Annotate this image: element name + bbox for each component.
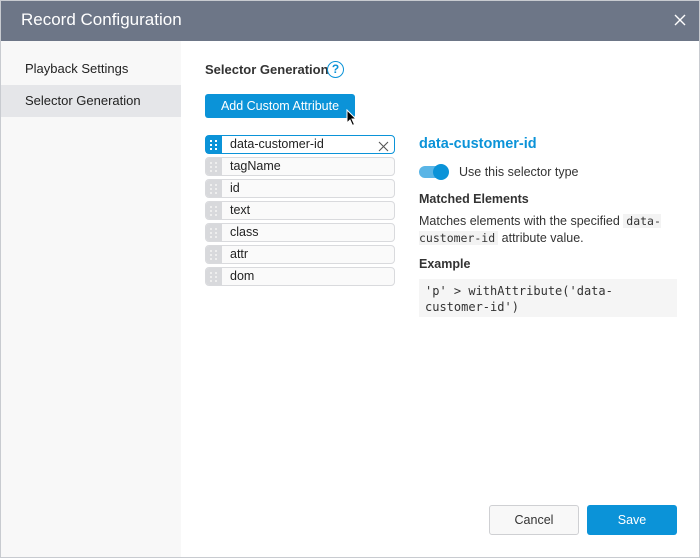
dialog-title: Record Configuration	[21, 10, 182, 29]
drag-handle-icon	[210, 272, 217, 282]
drag-handle-icon	[210, 206, 217, 216]
drag-handle[interactable]	[206, 224, 222, 241]
dialog-titlebar: Record Configuration	[1, 1, 699, 41]
selector-item-id[interactable]: id	[205, 179, 395, 198]
remove-attribute-button[interactable]	[378, 139, 389, 152]
matched-elements-description: Matches elements with the specified data…	[419, 213, 679, 247]
close-icon	[674, 14, 686, 26]
selector-item-label: data-customer-id	[230, 137, 324, 151]
selector-item-data-customer-id[interactable]: data-customer-id	[205, 135, 395, 154]
selector-item-attr[interactable]: attr	[205, 245, 395, 264]
drag-handle-icon	[210, 184, 217, 194]
close-button[interactable]	[671, 11, 689, 29]
selector-item-text[interactable]: text	[205, 201, 395, 220]
matched-text-before: Matches elements with the specified	[419, 214, 624, 228]
detail-title: data-customer-id	[419, 136, 537, 152]
selector-item-label: id	[230, 181, 240, 195]
selector-item-class[interactable]: class	[205, 223, 395, 242]
drag-handle-icon	[210, 140, 217, 150]
example-heading: Example	[419, 257, 471, 271]
sidebar-item-selector-generation[interactable]: Selector Generation	[1, 85, 181, 117]
toggle-label: Use this selector type	[459, 165, 579, 179]
sidebar-item-playback-settings[interactable]: Playback Settings	[1, 53, 181, 85]
selector-item-label: attr	[230, 247, 249, 261]
selector-item-label: class	[230, 225, 259, 239]
example-code-block: 'p' > withAttribute('data- customer-id')	[419, 279, 677, 317]
drag-handle-icon	[210, 250, 217, 260]
add-custom-attribute-button[interactable]: Add Custom Attribute	[205, 94, 355, 118]
matched-elements-heading: Matched Elements	[419, 192, 529, 206]
drag-handle[interactable]	[206, 246, 222, 263]
drag-handle-icon	[210, 228, 217, 238]
close-icon	[378, 141, 389, 152]
toggle-knob	[433, 164, 449, 180]
selector-item-dom[interactable]: dom	[205, 267, 395, 286]
record-configuration-dialog: Record Configuration Playback Settings S…	[0, 0, 700, 558]
selector-type-list: data-customer-id tagName id text class a…	[205, 135, 395, 289]
cancel-button[interactable]: Cancel	[489, 505, 579, 535]
selector-item-tagname[interactable]: tagName	[205, 157, 395, 176]
matched-text-after: attribute value.	[498, 231, 584, 245]
drag-handle[interactable]	[206, 268, 222, 285]
drag-handle[interactable]	[206, 180, 222, 197]
mouse-cursor-icon	[346, 109, 358, 127]
drag-handle[interactable]	[206, 202, 222, 219]
selector-item-label: tagName	[230, 159, 281, 173]
drag-handle-icon	[210, 162, 217, 172]
drag-handle[interactable]	[206, 136, 222, 153]
save-button[interactable]: Save	[587, 505, 677, 535]
sidebar: Playback Settings Selector Generation	[1, 41, 181, 557]
help-icon[interactable]: ?	[327, 61, 344, 78]
selector-item-label: text	[230, 203, 251, 217]
drag-handle[interactable]	[206, 158, 222, 175]
use-selector-toggle[interactable]	[419, 164, 451, 180]
selector-item-label: dom	[230, 269, 255, 283]
section-title: Selector Generation	[205, 62, 329, 77]
